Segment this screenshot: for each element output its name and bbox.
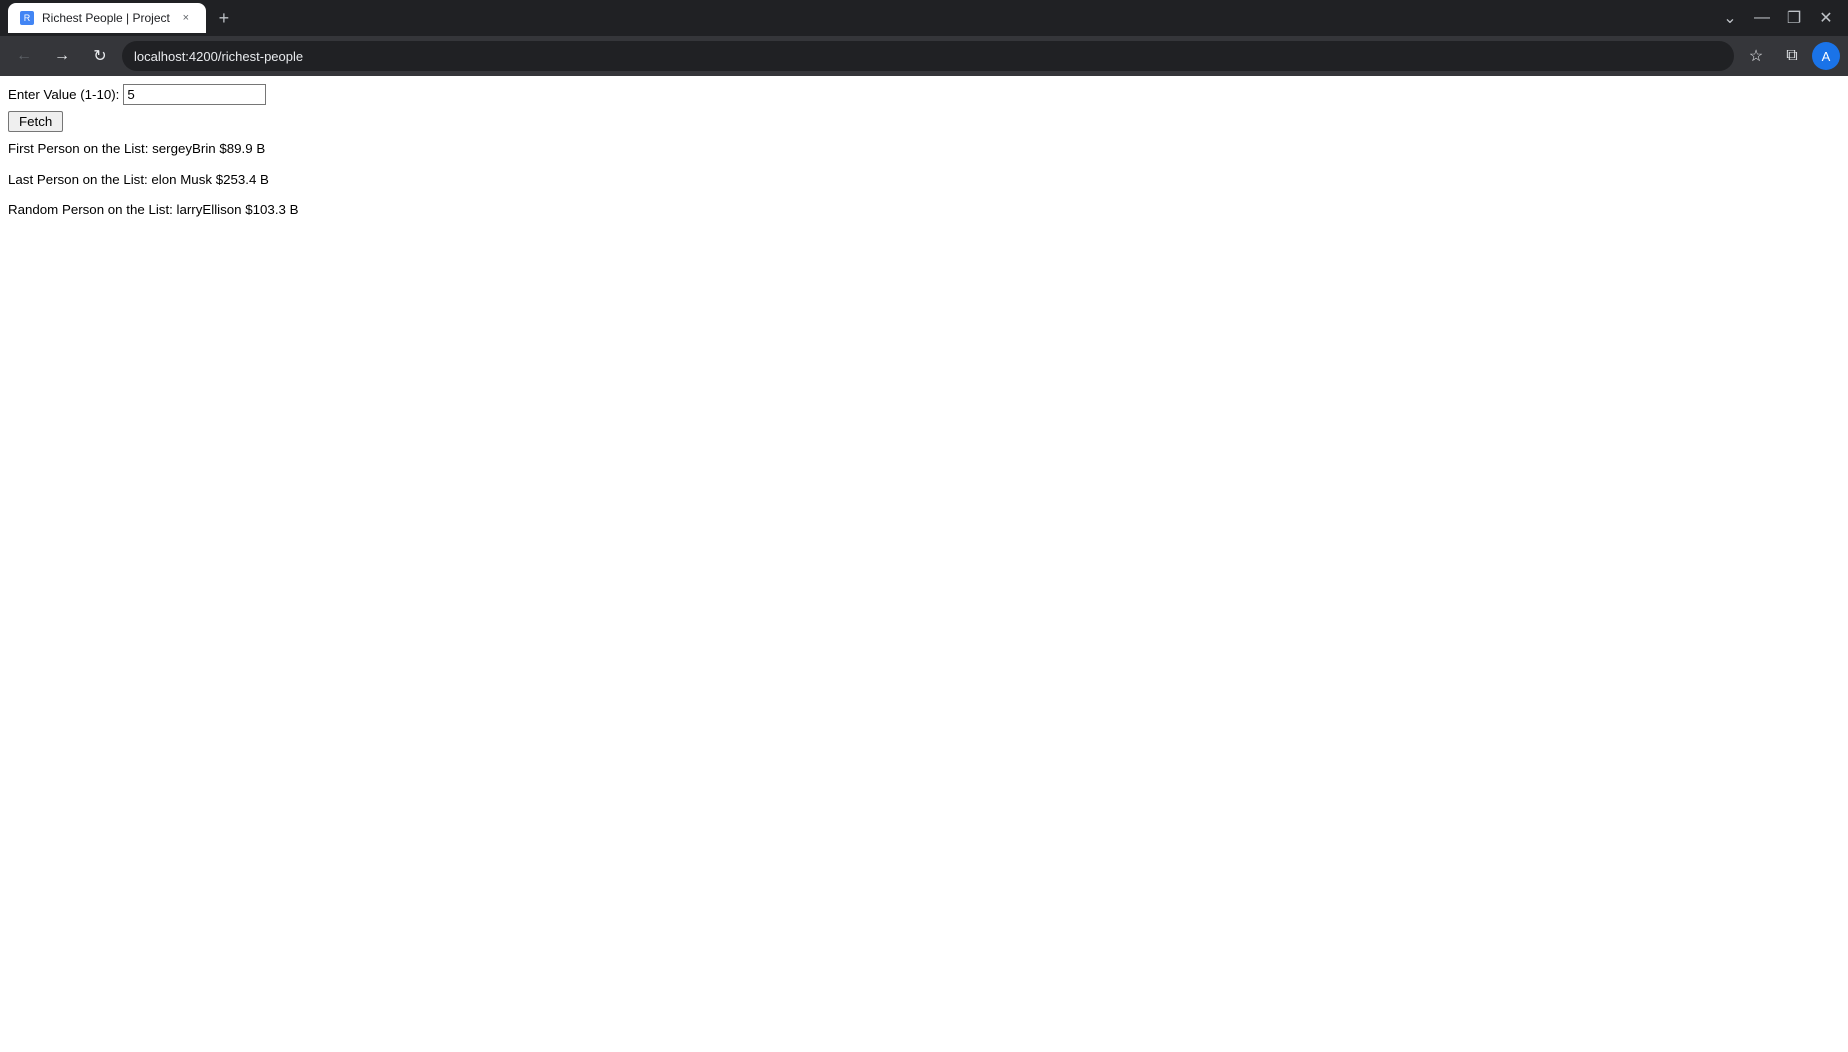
extensions-button[interactable]: ⧉: [1776, 40, 1808, 72]
input-row: Enter Value (1-10):: [8, 84, 1840, 105]
reload-button[interactable]: ↻: [84, 40, 116, 72]
forward-button[interactable]: →: [46, 40, 78, 72]
first-person-result: First Person on the List: sergeyBrin $89…: [8, 140, 1840, 159]
fetch-button[interactable]: Fetch: [8, 111, 63, 132]
last-person-result: Last Person on the List: elon Musk $253.…: [8, 171, 1840, 190]
minimize-button[interactable]: —: [1748, 4, 1776, 32]
random-person-result: Random Person on the List: larryEllison …: [8, 201, 1840, 220]
new-tab-button[interactable]: +: [210, 4, 238, 32]
profile-avatar[interactable]: A: [1812, 42, 1840, 70]
tab-title: Richest People | Project: [42, 11, 170, 25]
close-window-button[interactable]: ✕: [1812, 4, 1840, 32]
tab-close-button[interactable]: ×: [178, 10, 194, 26]
input-label: Enter Value (1-10):: [8, 87, 119, 102]
value-input[interactable]: [123, 84, 266, 105]
toolbar: ← → ↻ localhost:4200/richest-people ☆ ⧉ …: [0, 36, 1848, 76]
toolbar-right: ☆ ⧉ A: [1740, 40, 1840, 72]
tab-favicon: R: [20, 11, 34, 25]
browser-chrome: R Richest People | Project × + ⌄ — ❐ ✕ ←…: [0, 0, 1848, 76]
url-text: localhost:4200/richest-people: [134, 49, 1722, 64]
back-button[interactable]: ←: [8, 40, 40, 72]
page-content: Enter Value (1-10): Fetch First Person o…: [0, 76, 1848, 240]
tab-bar-controls: ⌄ — ❐ ✕: [1716, 4, 1840, 32]
restore-button[interactable]: ❐: [1780, 4, 1808, 32]
bookmark-button[interactable]: ☆: [1740, 40, 1772, 72]
address-bar[interactable]: localhost:4200/richest-people: [122, 41, 1734, 71]
active-tab[interactable]: R Richest People | Project ×: [8, 3, 206, 33]
tab-bar: R Richest People | Project × + ⌄ — ❐ ✕: [0, 0, 1848, 36]
dropdown-button[interactable]: ⌄: [1716, 4, 1744, 32]
